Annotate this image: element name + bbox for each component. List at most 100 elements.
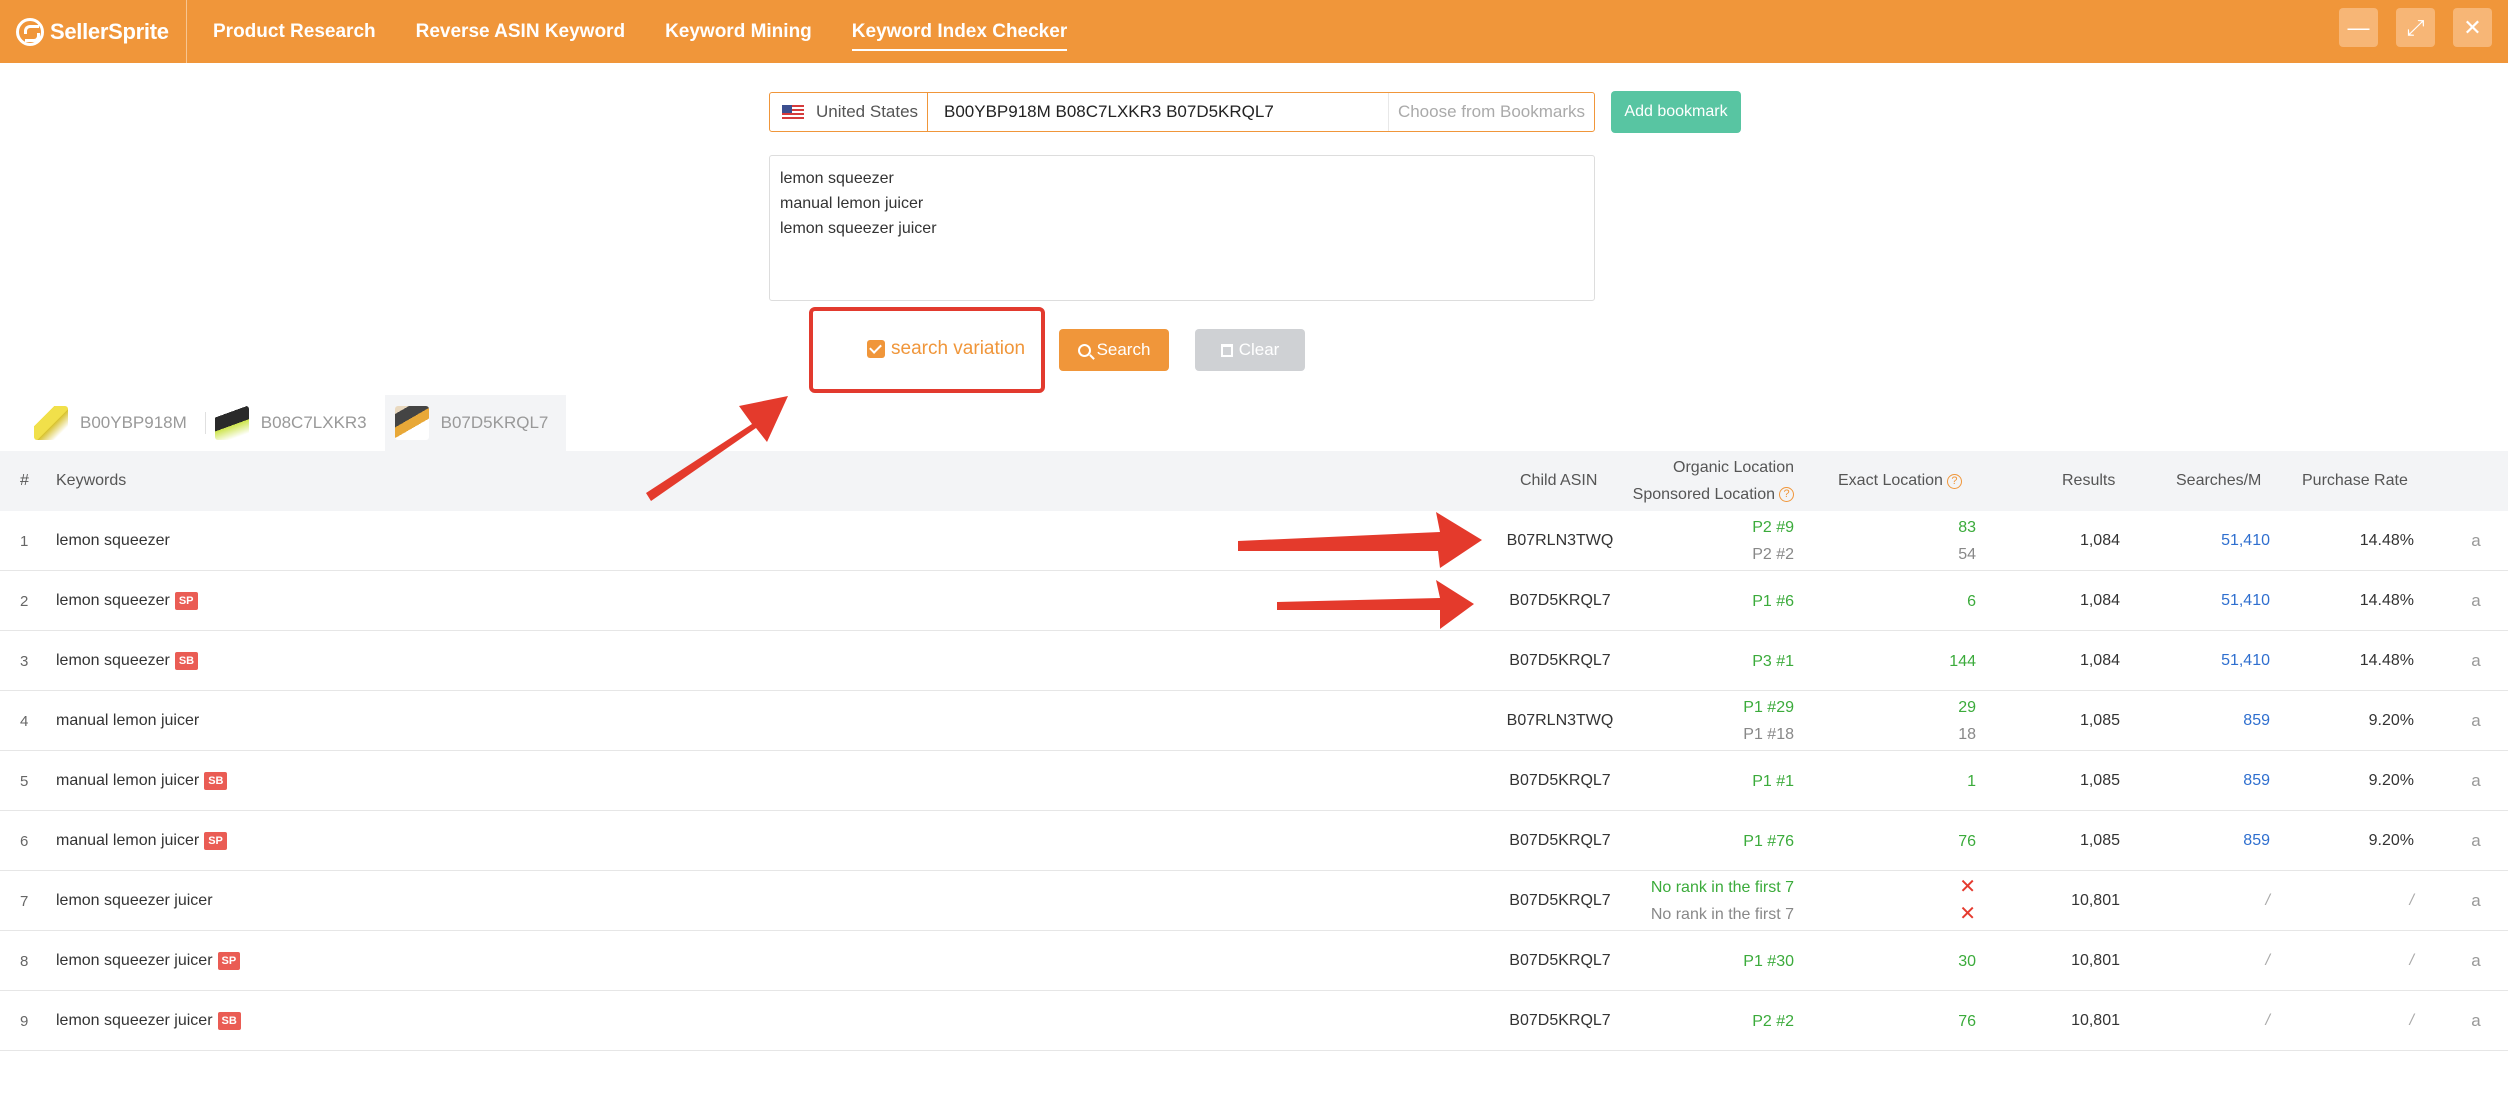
- table-row[interactable]: 4 manual lemon juicer B07RLN3TWQ P1 #29 P1 #…: [0, 691, 2508, 751]
- help-icon[interactable]: ?: [1779, 487, 1794, 502]
- no-rank-icon: ✕: [1959, 876, 1976, 898]
- nav-reverse-asin-keyword[interactable]: Reverse ASIN Keyword: [416, 17, 625, 47]
- organic-location: P1 #76: [1743, 832, 1794, 850]
- row-number: 5: [20, 772, 29, 790]
- choose-bookmark-select[interactable]: Choose from Bookmarks: [1388, 93, 1594, 131]
- clear-button[interactable]: Clear: [1195, 329, 1305, 371]
- nav-keyword-index-checker[interactable]: Keyword Index Checker: [851, 17, 1068, 51]
- results-table: # Keywords Child ASIN Organic Location S…: [0, 451, 2508, 1051]
- tab-asin-3[interactable]: B07D5KRQL7: [384, 395, 567, 451]
- logo[interactable]: SellerSprite: [0, 0, 187, 63]
- searches-per-month: /: [2265, 1012, 2270, 1029]
- asin-tabs: B00YBP918M B08C7LXKR3 B07D5KRQL7: [24, 395, 567, 451]
- table-row[interactable]: 9 lemon squeezer juicer SB B07D5KRQL7 P2 #2 7…: [0, 991, 2508, 1051]
- row-number: 9: [20, 1012, 29, 1030]
- sponsored-location: No rank in the first 7: [1650, 906, 1794, 923]
- exact-location-cell: 83 54: [1840, 511, 1976, 571]
- row-number: 4: [20, 712, 29, 730]
- search-button[interactable]: Search: [1059, 329, 1169, 371]
- searches-per-month[interactable]: 51,410: [2170, 511, 2270, 571]
- exact-organic: 30: [1958, 952, 1976, 970]
- header-results: Results: [2062, 472, 2116, 489]
- searches-per-month[interactable]: 859: [2170, 691, 2270, 751]
- keyword-line: lemon squeezer: [780, 170, 894, 187]
- search-icon: [1077, 343, 1091, 357]
- table-row[interactable]: 6 manual lemon juicer SP B07D5KRQL7 P1 #76 76…: [0, 811, 2508, 871]
- table-row[interactable]: 1 lemon squeezer B07RLN3TWQ P2 #9 P2 #2 83 54 1…: [0, 511, 2508, 571]
- keyword-text: lemon squeezer: [56, 652, 170, 669]
- exact-organic: 1: [1967, 772, 1976, 790]
- header-num: #: [20, 472, 29, 489]
- product-thumbnail: [34, 406, 68, 440]
- ad-type-badge: SB: [217, 1012, 241, 1030]
- location-cell: P1 #1: [1610, 751, 1794, 811]
- exact-location-cell: 30: [1840, 931, 1976, 991]
- organic-location: P1 #1: [1752, 772, 1794, 790]
- row-number: 1: [20, 532, 29, 550]
- keywords-textarea[interactable]: lemon squeezer manual lemon juicer lemon…: [769, 155, 1595, 301]
- country-label: United States: [816, 102, 919, 121]
- amazon-icon[interactable]: a: [2466, 571, 2486, 631]
- searches-per-month[interactable]: 51,410: [2170, 571, 2270, 631]
- no-rank-icon: ✕: [1959, 903, 1976, 925]
- amazon-icon[interactable]: a: [2466, 691, 2486, 751]
- amazon-icon[interactable]: a: [2466, 871, 2486, 931]
- minimize-button[interactable]: —: [2339, 8, 2378, 47]
- header-exact-location: Exact Location: [1838, 472, 1943, 489]
- minimize-icon: —: [2347, 14, 2370, 40]
- maximize-button[interactable]: ⤢: [2396, 8, 2435, 47]
- help-icon[interactable]: ?: [1946, 473, 1962, 489]
- amazon-icon[interactable]: a: [2466, 631, 2486, 691]
- amazon-icon[interactable]: a: [2466, 931, 2486, 991]
- purchase-rate: /: [2409, 892, 2414, 909]
- searches-per-month[interactable]: 859: [2170, 811, 2270, 871]
- tab-asin-label: B08C7LXKR3: [260, 413, 367, 432]
- nav-product-research[interactable]: Product Research: [213, 17, 376, 47]
- sponsored-location: P1 #18: [1743, 726, 1794, 743]
- keyword-text: manual lemon juicer: [56, 832, 200, 849]
- amazon-icon[interactable]: a: [2466, 511, 2486, 571]
- searches-per-month[interactable]: 51,410: [2170, 631, 2270, 691]
- country-select[interactable]: United States: [770, 93, 928, 131]
- results-count: 1,085: [2079, 832, 2120, 849]
- asin-input[interactable]: [928, 93, 1388, 131]
- maximize-icon: ⤢: [2406, 14, 2425, 40]
- tab-asin-1[interactable]: B00YBP918M: [24, 395, 205, 451]
- amazon-icon[interactable]: a: [2466, 991, 2486, 1051]
- close-icon: ✕: [2463, 14, 2482, 40]
- search-variation-checkbox[interactable]: search variation: [867, 338, 1025, 360]
- tab-asin-2[interactable]: B08C7LXKR3: [204, 395, 385, 451]
- organic-location: P1 #29: [1743, 699, 1794, 716]
- amazon-icon[interactable]: a: [2466, 811, 2486, 871]
- purchase-rate: /: [2409, 1012, 2414, 1029]
- close-button[interactable]: ✕: [2453, 8, 2492, 47]
- table-row[interactable]: 5 manual lemon juicer SB B07D5KRQL7 P1 #1 1 1,…: [0, 751, 2508, 811]
- amazon-icon[interactable]: a: [2466, 751, 2486, 811]
- table-body: 1 lemon squeezer B07RLN3TWQ P2 #9 P2 #2 83 54 1…: [0, 511, 2508, 1051]
- keyword-cell: lemon squeezer juicer: [56, 871, 213, 931]
- organic-location: P1 #6: [1752, 592, 1794, 610]
- location-cell: P1 #29 P1 #18: [1610, 691, 1794, 751]
- search-variation-label: search variation: [891, 338, 1026, 359]
- table-row[interactable]: 7 lemon squeezer juicer B07D5KRQL7 No rank …: [0, 871, 2508, 931]
- checkbox-checked-icon[interactable]: [867, 340, 885, 358]
- add-bookmark-button[interactable]: Add bookmark: [1611, 91, 1741, 133]
- exact-organic: 76: [1958, 1012, 1976, 1030]
- table-row[interactable]: 8 lemon squeezer juicer SP B07D5KRQL7 P1 #30…: [0, 931, 2508, 991]
- exact-sponsored: 18: [1958, 726, 1976, 743]
- purchase-rate: 9.20%: [2368, 712, 2414, 729]
- table-row[interactable]: 2 lemon squeezer SP B07D5KRQL7 P1 #6 6 1,084 51…: [0, 571, 2508, 631]
- nav-keyword-mining[interactable]: Keyword Mining: [665, 17, 812, 47]
- logo-icon: [16, 17, 44, 46]
- purchase-rate: 14.48%: [2359, 592, 2414, 609]
- searches-per-month: /: [2265, 952, 2270, 969]
- keyword-cell: lemon squeezer juicer SP: [56, 931, 241, 991]
- header-sponsored-location: Sponsored Location: [1632, 486, 1775, 503]
- exact-organic: 144: [1949, 652, 1976, 670]
- table-row[interactable]: 3 lemon squeezer SB B07D5KRQL7 P3 #1 144 1,084…: [0, 631, 2508, 691]
- exact-organic: 29: [1958, 699, 1976, 716]
- searches-per-month[interactable]: 859: [2170, 751, 2270, 811]
- results-count: 1,084: [2079, 592, 2120, 609]
- location-cell: P2 #2: [1610, 991, 1794, 1051]
- ad-type-badge: SP: [217, 952, 241, 970]
